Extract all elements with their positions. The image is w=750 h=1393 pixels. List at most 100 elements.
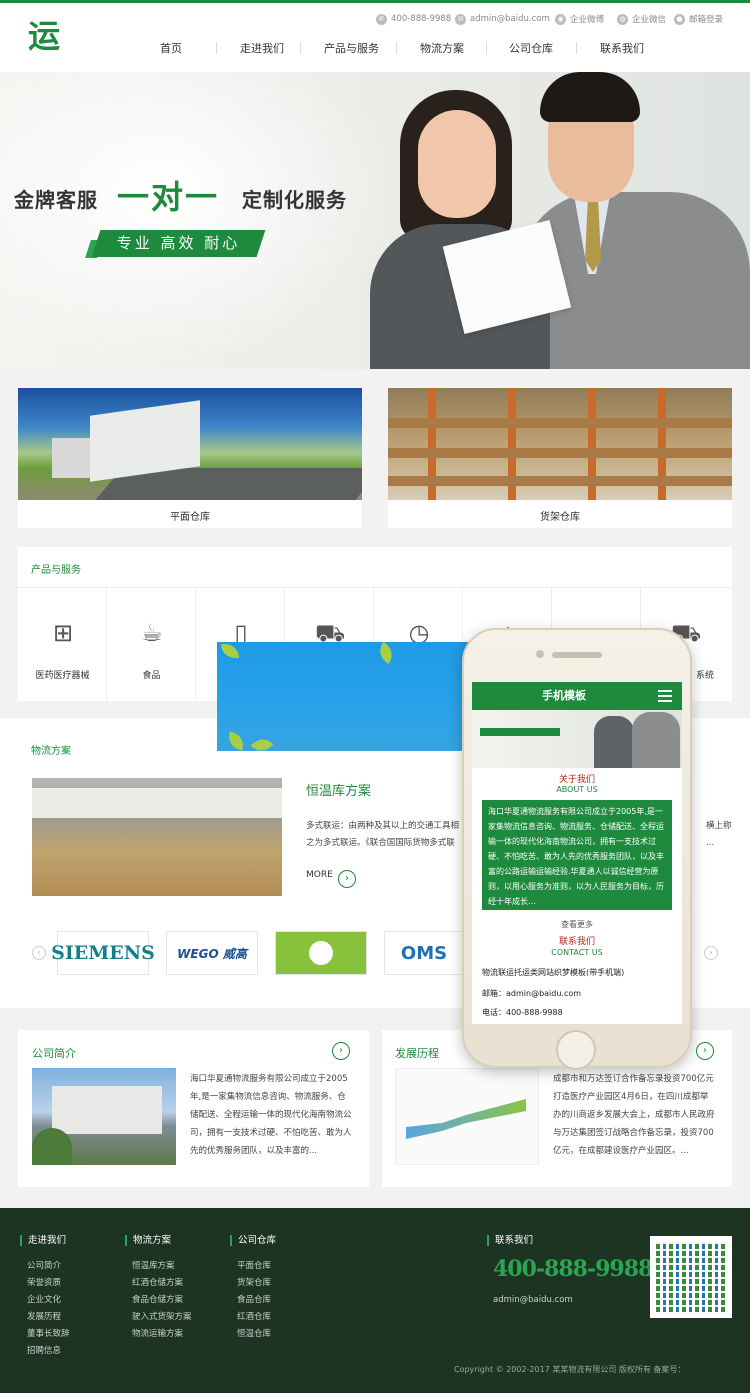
footer-link[interactable]: 物流运输方案 <box>132 1326 192 1343</box>
phone-camera <box>536 650 544 658</box>
product-label: 医药医疗器械 <box>35 671 90 681</box>
warehouse-caption-shelf[interactable]: 货架仓库 <box>388 508 732 523</box>
site-logo[interactable]: 运 <box>28 16 74 56</box>
mobile-email[interactable]: 邮箱：admin@baidu.com <box>472 988 682 999</box>
logistics-case-title[interactable]: 恒温库方案 <box>306 780 371 799</box>
more-link[interactable]: MORE <box>306 870 333 880</box>
mobile-contact-en: CONTACT US <box>551 948 603 957</box>
logistics-title[interactable]: 物流方案 <box>31 742 71 757</box>
nav-divider <box>300 42 301 54</box>
product-item[interactable]: ☕ 食品 <box>107 588 196 702</box>
banner-glow <box>0 72 400 369</box>
about-text: 海口华夏通物流服务有限公司成立于2005年,是一家集物流信息咨询、物流服务、仓储… <box>190 1074 352 1156</box>
nav-divider <box>486 42 487 54</box>
history-chart-image[interactable] <box>395 1068 539 1165</box>
footer-link[interactable]: 恒温库方案 <box>132 1258 192 1275</box>
mobile-banner-tag <box>480 728 560 736</box>
nav-products[interactable]: 产品与服务 <box>324 40 379 56</box>
footer-link[interactable]: 董事长致辞 <box>27 1326 70 1343</box>
footer-phone: 400-888-9988 <box>493 1256 653 1282</box>
footer-link[interactable]: 发展历程 <box>27 1309 70 1326</box>
mobile-company-name: 物流联运托运类网站织梦模板(带手机端) <box>482 968 625 977</box>
brand-logo-cartoon[interactable] <box>275 931 367 975</box>
qr-pattern <box>656 1242 726 1312</box>
header-email[interactable]: ✉ admin@baidu.com <box>455 12 550 26</box>
brand-logo-wego[interactable]: WEGO 威高 <box>166 931 258 975</box>
footer-link[interactable]: 恒温仓库 <box>237 1326 271 1343</box>
woman-face <box>418 110 496 218</box>
nav-divider <box>396 42 397 54</box>
footer-col-warehouse-links: 平面仓库 货架仓库 食品仓库 红酒仓库 恒温仓库 <box>237 1258 271 1343</box>
company-building-image[interactable] <box>32 1068 176 1165</box>
footer-link[interactable]: 公司简介 <box>27 1258 70 1275</box>
footer-link[interactable]: 企业文化 <box>27 1292 70 1309</box>
mobile-banner[interactable] <box>472 710 682 768</box>
nav-home[interactable]: 首页 <box>160 40 182 56</box>
mail-icon: ✉ <box>455 13 466 25</box>
logistics-image[interactable] <box>32 778 282 896</box>
leaf-decoration <box>250 733 274 751</box>
warehouse-caption-flat[interactable]: 平面仓库 <box>18 508 362 523</box>
nav-logistics[interactable]: 物流方案 <box>420 40 464 56</box>
nav-warehouse[interactable]: 公司仓库 <box>509 40 553 56</box>
footer-copyright: Copyright © 2002-2017 某某物流有限公司 版权所有 备案号： <box>454 1365 686 1374</box>
product-item[interactable]: ⊞ 医药医疗器械 <box>18 588 107 702</box>
footer-email[interactable]: admin@baidu.com <box>493 1295 573 1305</box>
footer-link[interactable]: 驶入式货架方案 <box>132 1309 192 1326</box>
footer-link[interactable]: 红酒仓储方案 <box>132 1275 192 1292</box>
about-title[interactable]: 公司简介 <box>32 1045 76 1061</box>
footer-link[interactable]: 红酒仓库 <box>237 1309 271 1326</box>
truck-image[interactable] <box>18 388 362 500</box>
shelf-image[interactable] <box>388 388 732 500</box>
footer-link[interactable]: 平面仓库 <box>237 1258 271 1275</box>
about-more-icon[interactable]: › <box>332 1042 350 1060</box>
wechat-icon: ◍ <box>617 13 628 25</box>
logistics-case-text: 多式联运：由两种及其以上的交通工具相之为多式联运。《联合国国际货物多式联 <box>306 821 460 848</box>
header-weixin[interactable]: ◍ 企业微信 <box>617 12 666 26</box>
weibo-icon: ◉ <box>555 13 566 25</box>
mobile-tel[interactable]: 电话：400-888-9988 <box>472 1007 682 1018</box>
food-icon: ☕ <box>141 619 163 647</box>
footer-col-logistics-head[interactable]: 物流方案 <box>125 1235 171 1246</box>
phone-home-button[interactable] <box>556 1030 596 1070</box>
banner-tag: 专业 高效 耐心 <box>116 234 241 252</box>
footer-link[interactable]: 货架仓库 <box>237 1275 271 1292</box>
user-icon: ● <box>674 13 685 25</box>
nav-about[interactable]: 走进我们 <box>240 40 284 56</box>
brand-next-arrow-icon[interactable]: › <box>704 946 718 960</box>
more-arrow-icon[interactable]: › <box>338 870 356 888</box>
hero-banner[interactable]: 金牌客服 一对一 定制化服务 专业 高效 耐心 <box>0 72 750 369</box>
mobile-about-en: ABOUT US <box>556 785 598 794</box>
nav-contact[interactable]: 联系我们 <box>600 40 644 56</box>
cartoon-mascot <box>309 941 333 965</box>
header-weibo[interactable]: ◉ 企业微博 <box>555 12 604 26</box>
history-text: 成都市和万达签订合作备忘录投资700亿元打造医疗产业园区4月6日，在四川成都举办… <box>553 1074 715 1156</box>
mobile-menu-icon-bar <box>658 695 672 697</box>
footer-link[interactable]: 荣誉资质 <box>27 1275 70 1292</box>
footer-contact-head[interactable]: 联系我们 <box>487 1235 533 1246</box>
nav-divider <box>216 42 217 54</box>
mobile-about-title[interactable]: 关于我们 <box>472 772 682 785</box>
footer-col-about-head[interactable]: 走进我们 <box>20 1235 66 1246</box>
products-title[interactable]: 产品与服务 <box>31 561 81 576</box>
history-title[interactable]: 发展历程 <box>395 1045 439 1061</box>
leaf-decoration <box>374 642 398 665</box>
footer-link[interactable]: 招聘信息 <box>27 1343 70 1360</box>
leaf-decoration <box>221 644 239 658</box>
footer-link[interactable]: 食品仓库 <box>237 1292 271 1309</box>
mobile-contact-title[interactable]: 联系我们 <box>472 934 682 947</box>
logistics-case-text-tail: 横上称 ... <box>706 821 732 848</box>
brand-prev-arrow-icon[interactable]: ‹ <box>32 946 46 960</box>
brand-logo-siemens[interactable]: SIEMENS <box>51 931 155 975</box>
man-hair <box>540 72 640 122</box>
brand-logo-oms[interactable]: OMS <box>384 931 464 975</box>
tree <box>32 1128 72 1165</box>
header-mail-login[interactable]: ● 邮箱登录 <box>674 12 723 26</box>
mobile-banner-man <box>632 712 680 768</box>
main-nav: 首页 <box>160 38 182 58</box>
footer-link[interactable]: 食品仓储方案 <box>132 1292 192 1309</box>
history-more-icon[interactable]: › <box>696 1042 714 1060</box>
mobile-more-link[interactable]: 查看更多 <box>472 919 682 930</box>
footer-col-warehouse-head[interactable]: 公司仓库 <box>230 1235 276 1246</box>
mobile-about-text: 海口华夏通物流服务有限公司成立于2005年,是一家集物流信息咨询、物流服务、仓储… <box>482 800 672 910</box>
